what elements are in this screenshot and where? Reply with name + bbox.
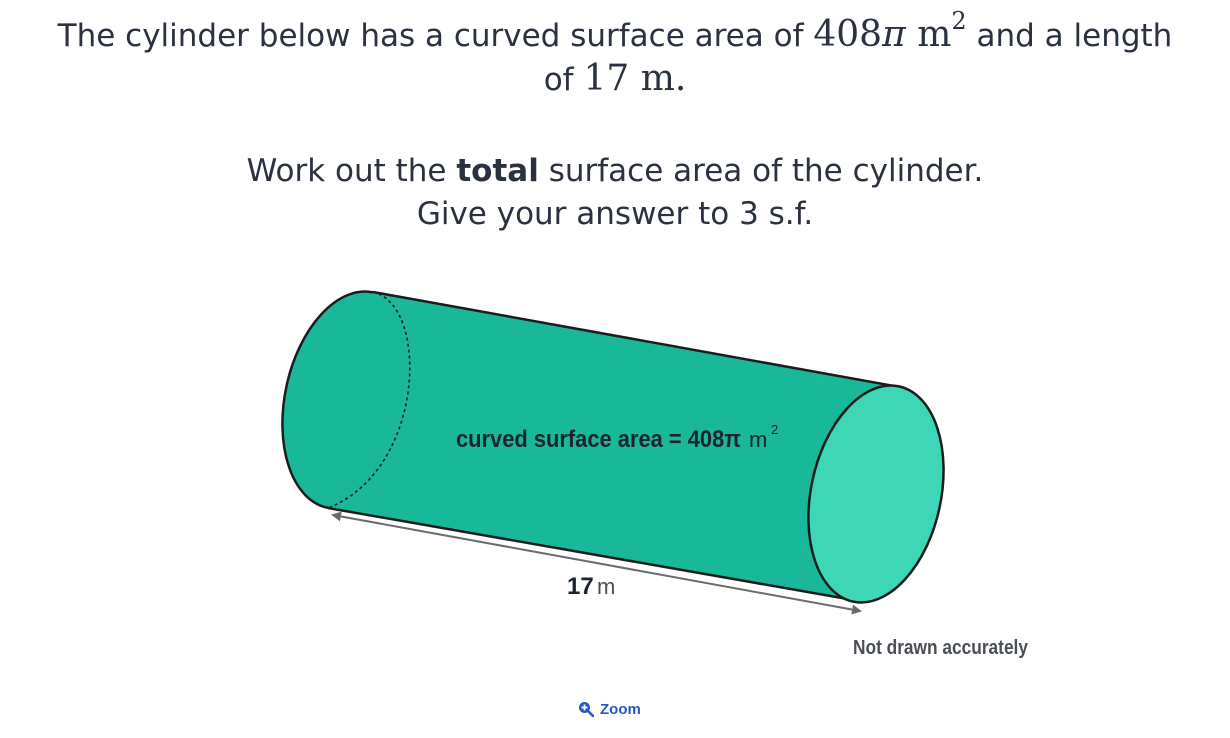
emphasis-total: total xyxy=(456,153,539,189)
note-not-drawn-accurately: Not drawn accurately xyxy=(853,637,1029,659)
question-text: and a length xyxy=(976,18,1173,54)
question-text: The cylinder below has a curved surface … xyxy=(57,18,804,54)
zoom-button[interactable]: Zoom xyxy=(578,697,641,721)
question-instruction: Work out the total surface area of the c… xyxy=(246,153,984,189)
label-csa-unit: m xyxy=(749,427,767,452)
math-length-value: 17 m. xyxy=(583,58,687,99)
question-text: of xyxy=(543,62,574,98)
question-precision: Give your answer to 3 s.f. xyxy=(416,196,814,232)
label-length-unit: m xyxy=(597,574,615,599)
label-csa-exponent: 2 xyxy=(771,422,778,437)
question-line-1: The cylinder below has a curved surface … xyxy=(0,4,1230,57)
question-line-2: of 17 m. xyxy=(0,58,1230,101)
label-length-value: 17 xyxy=(567,573,594,600)
label-curved-surface-area: curved surface area = 408π xyxy=(456,426,741,453)
math-area-value: 408π m2 xyxy=(813,7,967,55)
cylinder-diagram: curved surface area = 408π m 2 17 m Not … xyxy=(281,290,1029,659)
zoom-label[interactable]: Zoom xyxy=(600,701,641,718)
zoom-in-icon xyxy=(579,702,594,717)
